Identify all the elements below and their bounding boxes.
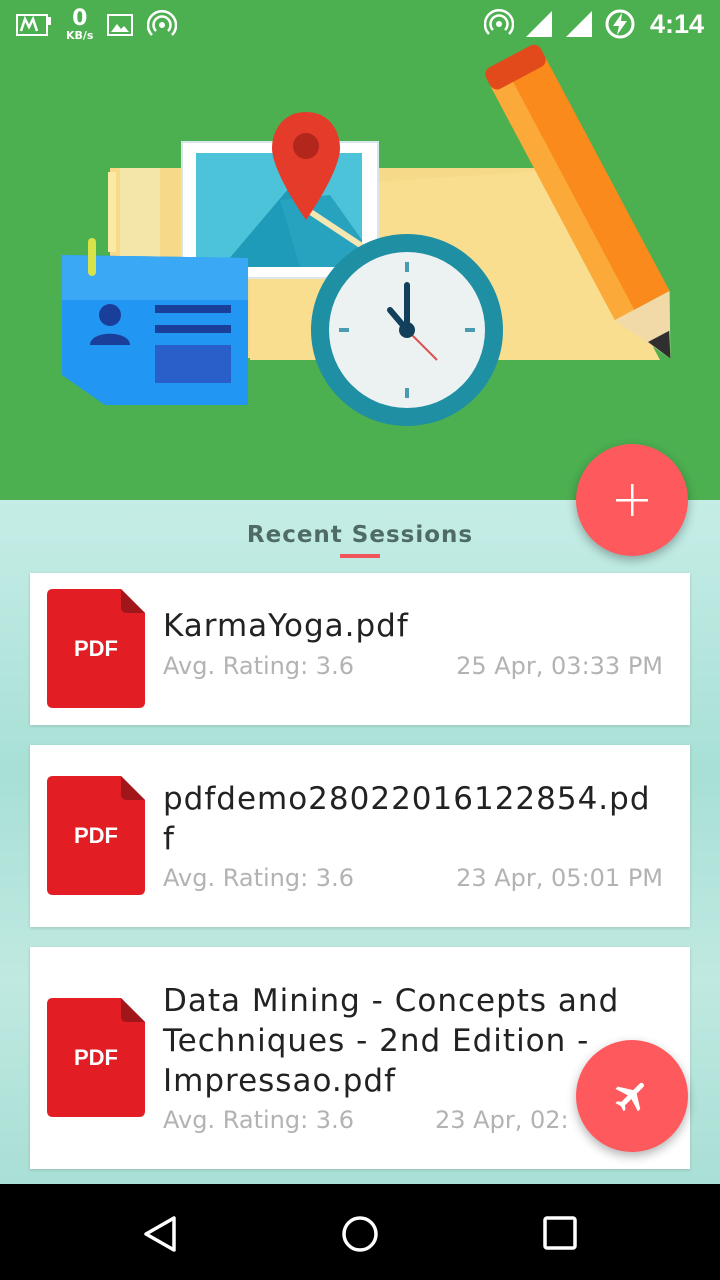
plus-icon xyxy=(616,484,648,516)
session-file-name: pdfdemo28022016122854.pdf xyxy=(163,781,651,857)
clock-time: 4:14 xyxy=(649,8,704,39)
session-date: 23 Apr, 05:01 PM xyxy=(456,864,663,892)
status-bar: 0 KB/s 4:14 xyxy=(0,0,720,50)
data-saver-icon xyxy=(16,13,51,36)
add-session-button[interactable] xyxy=(576,444,688,556)
session-rating: Avg. Rating: 3.6 xyxy=(163,864,354,892)
pdf-icon-label: PDF xyxy=(74,636,118,661)
section-title-underline xyxy=(340,554,380,558)
pdf-icon-label: PDF xyxy=(74,823,118,848)
pdf-file-icon: PDF xyxy=(47,589,145,708)
battery-charging-icon xyxy=(605,9,635,39)
session-rating: Avg. Rating: 3.6 xyxy=(163,652,354,680)
flight-mode-button[interactable] xyxy=(576,1040,688,1152)
back-icon[interactable] xyxy=(140,1214,180,1254)
session-date: 23 Apr, 02: xyxy=(435,1106,569,1134)
session-card[interactable]: PDF pdfdemo28022016122854.pdf Avg. Ratin… xyxy=(30,745,690,927)
navigation-bar xyxy=(0,1184,720,1280)
session-file-name: KarmaYoga.pdf xyxy=(163,608,409,644)
signal-icon xyxy=(525,11,552,37)
airplane-icon xyxy=(615,1082,644,1112)
session-date: 25 Apr, 03:33 PM xyxy=(456,652,663,680)
hotspot-icon xyxy=(483,9,514,35)
session-file-name: Data Mining - Concepts and Techniques - … xyxy=(163,983,620,1099)
pdf-file-icon: PDF xyxy=(47,998,145,1117)
home-icon[interactable] xyxy=(340,1214,380,1254)
image-icon xyxy=(107,13,134,36)
network-speed: 0 KB/s xyxy=(66,6,94,42)
session-rating: Avg. Rating: 3.6 xyxy=(163,1106,354,1134)
header-banner xyxy=(0,0,720,500)
pdf-icon-label: PDF xyxy=(74,1045,118,1070)
signal-icon xyxy=(565,11,592,37)
network-speed-unit: KB/s xyxy=(66,29,94,42)
hotspot-icon xyxy=(147,9,178,36)
recents-icon[interactable] xyxy=(542,1215,578,1251)
network-speed-value: 0 xyxy=(72,6,88,31)
session-card[interactable]: PDF KarmaYoga.pdf Avg. Rating: 3.6 25 Ap… xyxy=(30,573,690,725)
header-illustration xyxy=(62,44,671,426)
pdf-file-icon: PDF xyxy=(47,776,145,895)
